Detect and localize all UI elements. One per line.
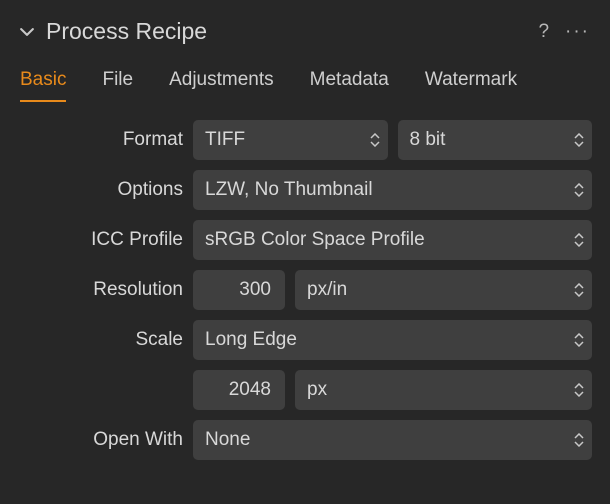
label-resolution: Resolution bbox=[18, 279, 183, 301]
bitdepth-select[interactable]: 8 bit bbox=[398, 120, 593, 160]
tab-adjustments[interactable]: Adjustments bbox=[169, 69, 274, 101]
label-openwith: Open With bbox=[18, 429, 183, 451]
resolution-unit-select[interactable]: px/in bbox=[295, 270, 592, 310]
more-icon[interactable]: ··· bbox=[565, 21, 590, 43]
panel-title: Process Recipe bbox=[46, 18, 526, 45]
tab-basic[interactable]: Basic bbox=[20, 69, 66, 101]
label-format: Format bbox=[18, 129, 183, 151]
format-select[interactable]: TIFF bbox=[193, 120, 388, 160]
resolution-unit-value: px/in bbox=[307, 279, 580, 301]
stepper-icon bbox=[574, 433, 584, 447]
format-value: TIFF bbox=[205, 129, 376, 151]
scale-mode-select[interactable]: Long Edge bbox=[193, 320, 592, 360]
scale-unit-value: px bbox=[307, 379, 580, 401]
scale-value: 2048 bbox=[229, 379, 271, 401]
stepper-icon bbox=[574, 183, 584, 197]
tab-file[interactable]: File bbox=[102, 69, 133, 101]
icc-value: sRGB Color Space Profile bbox=[205, 229, 580, 251]
resolution-input[interactable]: 300 bbox=[193, 270, 285, 310]
tab-metadata[interactable]: Metadata bbox=[310, 69, 389, 101]
scale-unit-select[interactable]: px bbox=[295, 370, 592, 410]
stepper-icon bbox=[370, 133, 380, 147]
openwith-select[interactable]: None bbox=[193, 420, 592, 460]
tab-watermark[interactable]: Watermark bbox=[425, 69, 517, 101]
stepper-icon bbox=[574, 383, 584, 397]
options-value: LZW, No Thumbnail bbox=[205, 179, 580, 201]
stepper-icon bbox=[574, 283, 584, 297]
label-scale: Scale bbox=[18, 329, 183, 351]
icc-select[interactable]: sRGB Color Space Profile bbox=[193, 220, 592, 260]
tabs: Basic File Adjustments Metadata Watermar… bbox=[0, 55, 610, 102]
stepper-icon bbox=[574, 333, 584, 347]
options-select[interactable]: LZW, No Thumbnail bbox=[193, 170, 592, 210]
bitdepth-value: 8 bit bbox=[410, 129, 581, 151]
scale-mode-value: Long Edge bbox=[205, 329, 580, 351]
stepper-icon bbox=[574, 133, 584, 147]
help-icon[interactable]: ? bbox=[538, 21, 549, 43]
label-icc: ICC Profile bbox=[18, 229, 183, 251]
collapse-toggle-icon[interactable] bbox=[20, 25, 34, 39]
scale-value-input[interactable]: 2048 bbox=[193, 370, 285, 410]
openwith-value: None bbox=[205, 429, 580, 451]
resolution-value: 300 bbox=[239, 279, 271, 301]
stepper-icon bbox=[574, 233, 584, 247]
label-options: Options bbox=[18, 179, 183, 201]
